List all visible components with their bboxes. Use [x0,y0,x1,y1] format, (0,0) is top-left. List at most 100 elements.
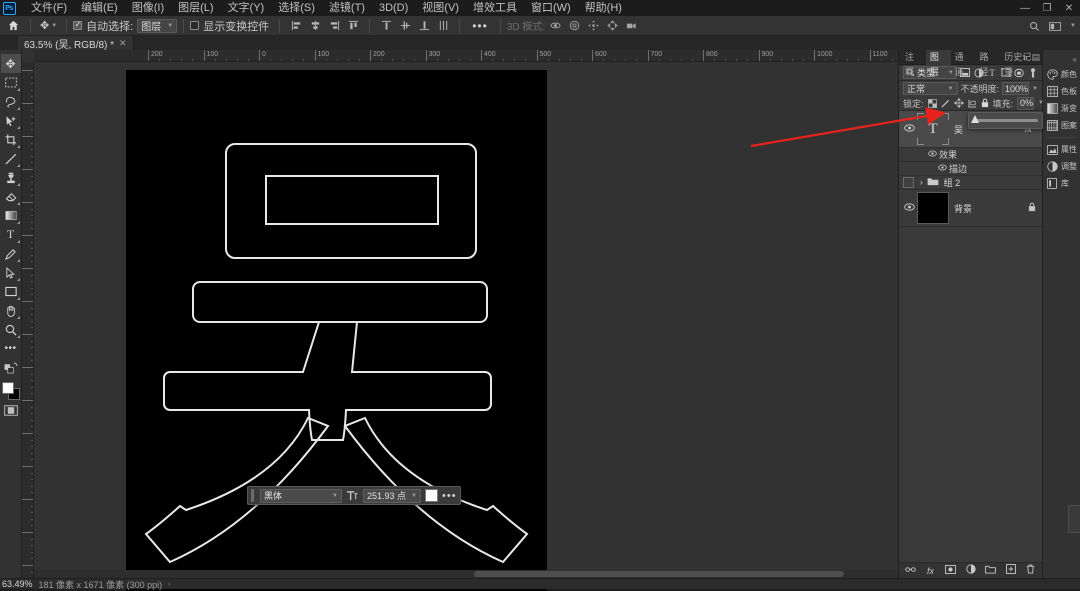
fill-slider-knob[interactable] [971,115,979,123]
background-visibility-toggle[interactable] [901,203,917,213]
zoom-level[interactable]: 63.49% [2,579,33,589]
dock-item-gradient[interactable]: 渐变 [1043,100,1080,117]
path-selection-tool[interactable] [1,263,21,282]
marquee-tool[interactable] [1,73,21,92]
text-tool-floating-toolbar[interactable]: 黑体 ▼ 251.93 点 ▼ ••• [247,486,461,505]
close-icon[interactable]: ✕ [1058,0,1080,16]
foreground-color-swatch[interactable] [1,382,14,394]
edit-toolbar-button[interactable]: ••• [1,339,21,358]
lasso-tool[interactable] [1,92,21,111]
zoom-tool[interactable] [1,320,21,339]
quick-selection-tool[interactable] [1,111,21,130]
layer-row-group[interactable]: › 组 2 [899,176,1042,190]
menu-type[interactable]: 文字(Y) [221,0,272,16]
new-layer-icon[interactable] [1005,564,1016,577]
filter-smart-object-icon[interactable] [1014,67,1025,78]
align-vertical-bottom-icon[interactable] [418,20,430,32]
fill-chevron-down-icon[interactable]: ▼ [1038,100,1044,106]
menu-filter[interactable]: 滤镜(T) [322,0,372,16]
gradient-tool[interactable] [1,206,21,225]
background-thumbnail[interactable] [917,192,949,224]
menu-view[interactable]: 视图(V) [415,0,466,16]
close-icon[interactable]: ✕ [119,38,127,49]
expand-group-chevron-icon[interactable]: › [920,178,923,187]
orbit-3d-icon[interactable] [549,20,561,32]
align-vertical-center-icon[interactable] [399,20,411,32]
menu-window[interactable]: 窗口(W) [524,0,578,16]
horizontal-scrollbar[interactable] [34,570,898,578]
align-vertical-top-icon[interactable] [380,20,392,32]
opacity-chevron-down-icon[interactable]: ▼ [1032,86,1038,92]
tab-channels[interactable]: 通道 [951,50,976,77]
menu-select[interactable]: 选择(S) [271,0,322,16]
drag-handle[interactable] [251,489,254,502]
rectangle-shape-tool[interactable] [1,282,21,301]
font-family-dropdown[interactable]: 黑体 ▼ [260,488,342,503]
menu-layer[interactable]: 图层(L) [171,0,220,16]
eraser-tool[interactable] [1,187,21,206]
new-group-icon[interactable] [985,565,996,577]
artboard[interactable] [126,70,547,591]
stroke-effect-visibility-toggle[interactable] [935,164,949,173]
text-color-swatch[interactable] [425,489,438,502]
hand-tool[interactable] [1,301,21,320]
layer-effect-stroke[interactable]: 描边 [899,162,1042,176]
group-name[interactable]: 组 2 [944,176,961,189]
menu-image[interactable]: 图像(I) [125,0,171,16]
dock-item-adjustments[interactable]: 调整 [1043,158,1080,175]
collapsed-panel-tab[interactable] [1068,505,1080,533]
show-transform-controls-checkbox[interactable] [190,21,200,30]
tab-layers[interactable]: 图层 [925,49,951,77]
pan-3d-icon[interactable] [587,20,599,32]
lock-transparency-icon[interactable] [927,98,937,109]
canvas-viewport[interactable]: 黑体 ▼ 251.93 点 ▼ ••• [34,62,898,591]
tab-paths[interactable]: 路径 [975,50,1000,77]
workspace-icon[interactable] [1049,20,1062,32]
adjustment-layer-icon[interactable] [965,564,976,577]
maximize-icon[interactable]: ❐ [1036,0,1058,16]
align-left-icon[interactable] [290,20,302,32]
dock-item-patterns[interactable]: 图案 [1043,117,1080,134]
lock-artboard-icon[interactable] [967,98,977,109]
overflow-chevron-icon[interactable]: » [1022,52,1027,62]
chevron-down-icon[interactable]: ▼ [51,23,57,29]
fill-slider-track[interactable] [971,115,1038,123]
menu-3d[interactable]: 3D(D) [372,0,415,16]
color-swatches[interactable] [1,381,21,401]
active-tool-move-icon[interactable]: ✥ ▼ [37,19,60,32]
brush-tool[interactable] [1,149,21,168]
filter-toggle-icon[interactable] [1028,67,1039,78]
more-options-icon[interactable]: ••• [466,19,494,33]
group-visibility-toggle[interactable] [903,177,914,188]
menu-help[interactable]: 帮助(H) [578,0,629,16]
layer-style-icon[interactable]: fx [925,566,936,576]
fill-opacity-slider-popup[interactable] [968,112,1043,129]
align-top-icon[interactable] [347,20,359,32]
layer-thumbnail[interactable]: T [917,113,949,145]
menu-plugins[interactable]: 增效工具 [466,0,524,16]
pen-tool[interactable] [1,244,21,263]
layer-effects-header[interactable]: 效果 [899,148,1042,162]
slide-3d-icon[interactable] [606,20,618,32]
tab-notes[interactable]: 注释 [901,50,926,77]
background-layer-name[interactable]: 背景 [954,202,1028,215]
align-center-horizontal-icon[interactable] [309,20,321,32]
layer-visibility-toggle[interactable] [901,124,917,134]
status-expand-icon[interactable]: ‹ [168,581,170,588]
menu-file[interactable]: 文件(F) [24,0,74,16]
auto-select-checkbox[interactable] [73,20,83,30]
lock-all-icon[interactable] [981,98,989,109]
link-layers-icon[interactable] [905,565,916,576]
dock-collapse-icon[interactable]: « [1073,55,1077,64]
minimize-icon[interactable]: — [1014,0,1036,16]
lock-image-icon[interactable] [940,98,950,109]
default-colors-icon[interactable] [1,358,21,377]
align-right-icon[interactable] [328,20,340,32]
dock-item-properties[interactable]: 属性 [1043,141,1080,158]
layer-row-background[interactable]: 背景 [899,190,1042,227]
camera-3d-icon[interactable] [625,20,637,32]
font-size-input[interactable]: 251.93 点 ▼ [363,488,421,503]
distribute-icon[interactable] [437,20,449,32]
chevron-down-icon[interactable]: ▼ [1070,23,1076,29]
move-tool[interactable]: ✥ [0,54,21,73]
